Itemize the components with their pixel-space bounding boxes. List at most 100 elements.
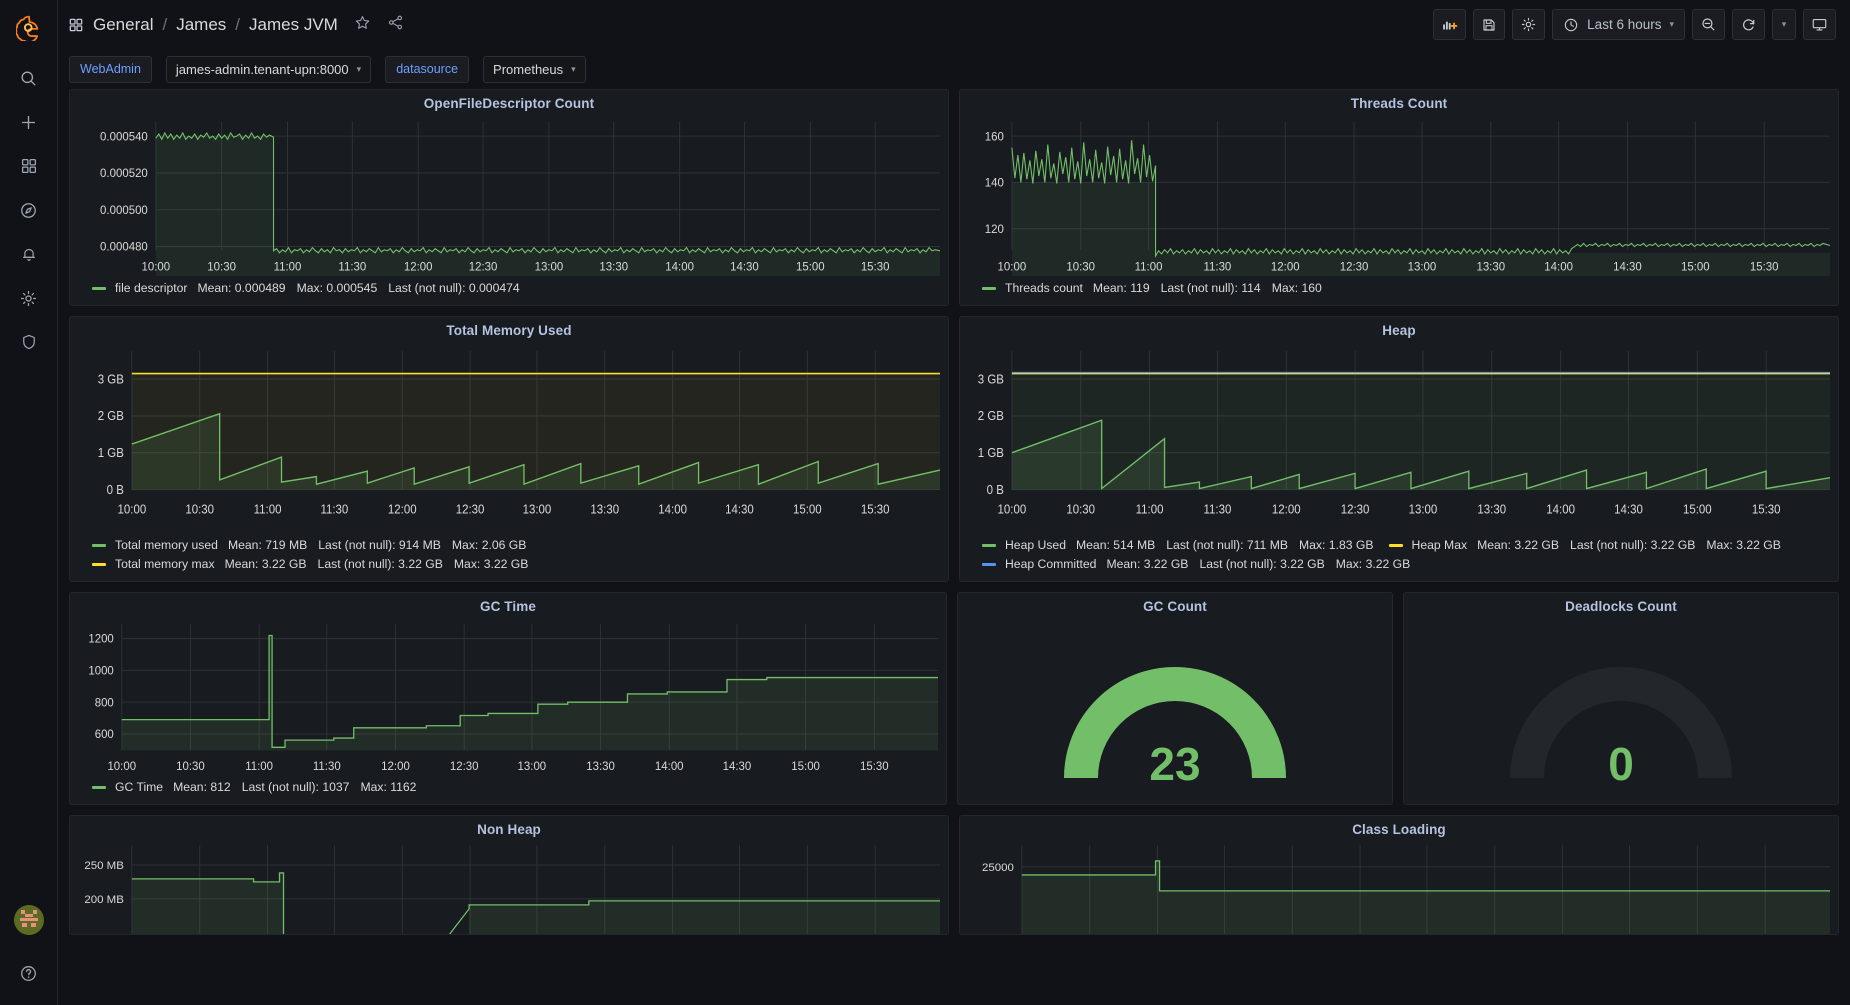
panel-gauge[interactable]: 23 [958,616,1392,804]
panel-gauge[interactable]: 0 [1404,616,1838,804]
legend-stat-mean: Mean: 812 [173,780,231,794]
share-icon[interactable] [387,14,404,36]
variable-label-datasource: datasource [385,55,470,83]
bell-alerting-icon [22,248,35,261]
legend-series-name[interactable]: Threads count [1005,279,1083,298]
variable-webadmin: WebAdmin james-admin.tenant-upn:8000 ▾ [69,55,372,83]
left-sidebar [0,0,58,1005]
heap-chart: 3 GB 2 GB 1 GB 0 B 10:00 10:30 11:00 11:30… [978,350,1831,517]
panel-openfiledescriptor-count[interactable]: OpenFileDescriptor Count 0.000540 0.0005… [69,89,949,306]
chevron-down-icon: ▾ [1781,19,1787,29]
refresh-interval-dropdown[interactable]: ▾ [1772,9,1796,40]
breadcrumb-dashboard-title[interactable]: James JVM [249,15,338,35]
dashboard-settings-button[interactable] [1512,9,1546,40]
svg-text:11:30: 11:30 [313,760,341,773]
legend-series-name[interactable]: Heap Used [1005,536,1066,555]
time-range-picker[interactable]: Last 6 hours ▾ [1552,9,1685,40]
panel-graph[interactable]: 1200 1000 800 600 10:00 10:30 11:00 11:30 … [70,616,946,775]
tv-kiosk-icon [1812,18,1827,31]
svg-text:14:30: 14:30 [1613,260,1642,273]
legend-stat-last: Last (not null): 711 MB [1166,538,1288,552]
grafana-logo-icon[interactable] [0,0,58,56]
sidebar-item-search[interactable] [0,56,58,100]
panel-threads-count[interactable]: Threads Count 160 140 120 10:00 10:30 11… [959,89,1839,306]
panel-title[interactable]: Class Loading [960,816,1838,839]
gear-configuration-icon [20,290,37,306]
legend-series-name[interactable]: GC Time [115,778,163,797]
svg-text:13:30: 13:30 [586,760,615,773]
panel-title[interactable]: GC Time [70,593,946,616]
panel-title[interactable]: OpenFileDescriptor Count [70,90,948,113]
svg-text:1 GB: 1 GB [978,446,1004,461]
legend-stat-mean: Mean: 0.000489 [197,281,286,295]
svg-text:13:30: 13:30 [599,260,628,273]
sidebar-item-explore[interactable] [0,188,58,232]
panel-gc-time[interactable]: GC Time 1200 1000 800 600 10:00 10:30 11… [69,592,947,805]
panel-title[interactable]: Deadlocks Count [1404,593,1838,616]
add-panel-button[interactable] [1433,9,1467,40]
panel-total-memory-used[interactable]: Total Memory Used 3 GB 2 GB 1 GB 0 B 10:… [69,316,949,582]
chevron-down-icon: ▾ [1669,19,1674,29]
legend-stat-mean: Mean: 3.22 GB [1106,557,1189,571]
legend-series-name[interactable]: file descriptor [115,279,187,298]
svg-text:10:30: 10:30 [185,502,214,517]
legend-row: Total memory max Mean: 3.22 GB Last (not… [92,555,948,574]
panel-graph[interactable]: 160 140 120 10:00 10:30 11:00 11:30 12:00 1… [960,113,1838,276]
svg-text:11:00: 11:00 [245,760,273,773]
help-circle-icon [21,965,36,981]
svg-text:1200: 1200 [88,633,113,646]
legend-stat-last: Last (not null): 1037 [241,780,350,794]
sidebar-item-create[interactable] [0,100,58,144]
panel-row-3: GC Time 1200 1000 800 600 10:00 10:30 11… [69,592,1839,805]
panel-deadlocks-count[interactable]: Deadlocks Count 0 [1402,592,1839,805]
refresh-button[interactable] [1732,9,1765,40]
sidebar-item-alerting[interactable] [0,232,58,276]
panel-title[interactable]: Heap [960,317,1838,340]
panel-graph[interactable]: 3 GB 2 GB 1 GB 0 B 10:00 10:30 11:00 11:30… [70,340,948,533]
sidebar-item-server-admin[interactable] [0,320,58,364]
svg-text:11:00: 11:00 [274,260,302,273]
sidebar-item-configuration[interactable] [0,276,58,320]
svg-text:600: 600 [95,728,114,741]
save-dashboard-button[interactable] [1473,9,1506,40]
legend-row: Threads count Mean: 119 Last (not null):… [982,279,1838,298]
sidebar-item-help[interactable] [0,953,58,993]
svg-text:800: 800 [95,696,114,709]
panel-title[interactable]: Threads Count [960,90,1838,113]
avatar[interactable] [13,905,44,935]
panel-graph[interactable]: 3 GB 2 GB 1 GB 0 B 10:00 10:30 11:00 11:30… [960,340,1838,533]
plus-icon [21,115,36,129]
svg-text:14:00: 14:00 [1546,502,1575,517]
panel-class-loading[interactable]: Class Loading 25000 [959,815,1839,935]
panel-heap[interactable]: Heap 3 GB 2 GB 1 GB 0 B 10:00 10:30 11:0… [959,316,1839,582]
compass-explore-icon [21,202,36,218]
breadcrumb-folder[interactable]: General [93,15,153,35]
kiosk-mode-button[interactable] [1803,9,1836,40]
svg-text:120: 120 [985,223,1005,236]
panel-title[interactable]: GC Count [958,593,1392,616]
variable-select-webadmin[interactable]: james-admin.tenant-upn:8000 ▾ [165,55,372,83]
svg-text:250 MB: 250 MB [84,860,124,872]
breadcrumb-subfolder[interactable]: James [176,15,226,35]
top-header-bar: General / James / James JVM Last 6 hours… [58,0,1850,49]
panel-title[interactable]: Total Memory Used [70,317,948,340]
legend-series-name[interactable]: Heap Committed [1005,555,1096,574]
zoom-out-button[interactable] [1692,9,1725,40]
panel-title[interactable]: Non Heap [70,816,948,839]
star-icon[interactable] [354,14,371,36]
panel-graph[interactable]: 0.000540 0.000520 0.000500 0.000480 10:0… [70,113,948,276]
sidebar-item-dashboards[interactable] [0,144,58,188]
panel-graph[interactable]: 25000 [960,839,1838,934]
threads-count-chart: 160 140 120 10:00 10:30 11:00 11:30 12:00 1… [985,121,1831,276]
panel-graph[interactable]: 250 MB 200 MB [70,839,948,934]
deadlocks-count-gauge: 0 [1509,667,1732,790]
legend-series-name[interactable]: Total memory max [115,555,215,574]
legend-series-name[interactable]: Total memory used [115,536,218,555]
panel-row-1: OpenFileDescriptor Count 0.000540 0.0005… [69,89,1839,306]
legend-series-name[interactable]: Heap Max [1412,536,1468,555]
panel-non-heap[interactable]: Non Heap 250 MB 200 MB [69,815,949,935]
svg-text:13:00: 13:00 [523,502,552,517]
legend-stat-mean: Mean: 3.22 GB [224,557,307,571]
panel-gc-count[interactable]: GC Count 23 [956,592,1393,805]
variable-select-datasource[interactable]: Prometheus ▾ [483,55,586,83]
